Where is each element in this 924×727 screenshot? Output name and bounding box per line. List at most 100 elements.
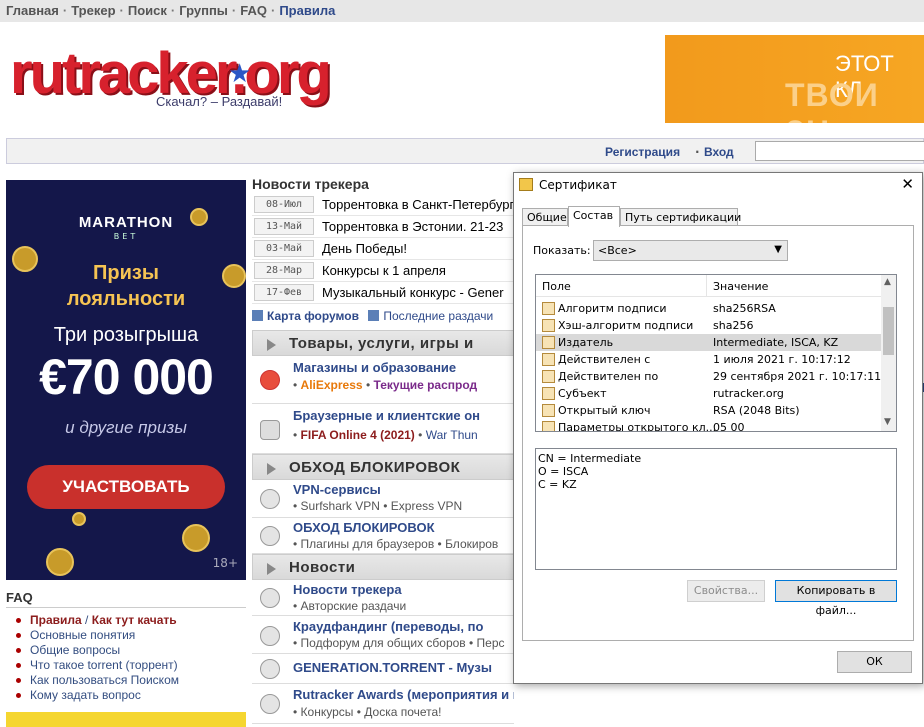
faq-link[interactable]: Как пользоваться Поиском (30, 673, 179, 687)
top-ad-line2: ТВОИ ЗН (785, 77, 879, 123)
subforum-link[interactable]: War Thun (426, 428, 478, 442)
faq-item[interactable]: Кому задать вопрос (16, 688, 246, 703)
nav-faq[interactable]: FAQ (240, 3, 267, 18)
register-link[interactable]: Регистрация (605, 145, 680, 159)
collapse-arrow-icon[interactable] (267, 563, 276, 575)
nav-separator: · (170, 3, 176, 18)
faq-item[interactable]: Общие вопросы (16, 643, 246, 658)
top-banner-ad[interactable]: ЭТОТ КЛ ТВОИ ЗН (665, 35, 924, 123)
site-logo[interactable]: rutracker.org ★ Скачал? – Раздавай! (10, 45, 340, 115)
subforum-link[interactable]: Surfshark VPN • Express VPN (301, 499, 463, 513)
ad-participate-button[interactable]: УЧАСТВОВАТЬ (27, 465, 225, 509)
login-input[interactable] (755, 141, 924, 161)
login-link[interactable]: Вход (704, 145, 734, 159)
faq-link[interactable]: Что такое torrent (торрент) (30, 658, 178, 672)
news-link[interactable]: Музыкальный конкурс - Gener (322, 285, 504, 300)
news-link[interactable]: Торрентовка в Санкт-Петербург (322, 197, 514, 212)
forum-title[interactable]: GENERATION.TORRENT - Музы (293, 660, 492, 675)
field-name: Действителен по (558, 370, 659, 383)
list-row[interactable]: Действителен с 1 июля 2021 г. 10:17:12 (536, 351, 882, 368)
side-banner-ad[interactable]: MARATHON BET Призы лояльности Три розыгры… (6, 180, 246, 580)
faq-item[interactable]: Основные понятия (16, 628, 246, 643)
category-label: ОБХОД БЛОКИРОВОК (289, 459, 461, 476)
faq-link[interactable]: Кому задать вопрос (30, 688, 141, 702)
nav-groups[interactable]: Группы (179, 3, 228, 18)
field-icon (542, 336, 555, 349)
faq-item[interactable]: Как пользоваться Поиском (16, 673, 246, 688)
forum-row: Новости трекера • Авторские раздачи (252, 580, 514, 616)
subforum-link[interactable]: Текущие распрод (373, 378, 477, 392)
list-row[interactable]: Открытый ключ RSA (2048 Bits) (536, 402, 882, 419)
faq-link[interactable]: Общие вопросы (30, 643, 120, 657)
list-row[interactable]: Хэш-алгоритм подписи sha256 (536, 317, 882, 334)
collapse-arrow-icon[interactable] (267, 339, 276, 351)
nav-search[interactable]: Поиск (128, 3, 167, 18)
faq-item[interactable]: Что такое torrent (торрент) (16, 658, 246, 673)
list-row[interactable]: Субъект rutracker.org (536, 385, 882, 402)
faq-link-rules[interactable]: Правила (30, 613, 82, 627)
subforum-link[interactable]: Подфорум для общих сборов • Перс (301, 636, 505, 650)
faq-link[interactable]: Основные понятия (30, 628, 135, 642)
list-row[interactable]: Действителен по 29 сентября 2021 г. 10:17… (536, 368, 882, 385)
forum-title[interactable]: Магазины и образование (293, 360, 456, 375)
news-link[interactable]: Конкурсы к 1 апреля (322, 263, 446, 278)
properties-button[interactable]: Свойства... (687, 580, 765, 602)
scroll-thumb[interactable] (883, 307, 894, 355)
news-link[interactable]: День Победы! (322, 241, 407, 256)
column-field[interactable]: Поле (542, 280, 571, 293)
list-scrollbar[interactable]: ▲ ▼ (881, 275, 896, 431)
forum-title[interactable]: Браузерные и клиентские он (293, 408, 480, 423)
field-detail-box[interactable]: CN = Intermediate O = ISCA C = KZ (535, 448, 897, 570)
collapse-arrow-icon[interactable] (267, 463, 276, 475)
forum-map-link[interactable]: Карта форумов (267, 309, 359, 323)
scroll-down-icon[interactable]: ▼ (884, 417, 891, 427)
news-link[interactable]: Торрентовка в Эстонии. 21-23 (322, 219, 503, 234)
news-row: 28-Мар Конкурсы к 1 апреля (252, 260, 514, 282)
nav-home[interactable]: Главная (6, 3, 59, 18)
bullet: • (293, 378, 298, 392)
forum-category[interactable]: Новости (252, 554, 514, 580)
tracker-news: Новости трекера 08-Июл Торрентовка в Санк… (252, 176, 514, 304)
subforum-link[interactable]: AliExpress (301, 378, 363, 392)
field-icon (542, 404, 555, 417)
list-row-selected[interactable]: Издатель Intermediate, ISCA, KZ (536, 334, 882, 351)
list-row[interactable]: Алгоритм подписи sha256RSA (536, 300, 882, 317)
forum-map-links: Карта форумов Последние раздачи (252, 309, 514, 323)
field-value: 1 июля 2021 г. 10:17:12 (713, 353, 851, 366)
forum-row: Браузерные и клиентские он • FIFA Online… (252, 404, 514, 454)
forum-category[interactable]: Товары, услуги, игры и (252, 330, 514, 356)
subforum-link[interactable]: Конкурсы • Доска почета! (301, 705, 442, 719)
faq-link-how-to-download[interactable]: Как тут качать (92, 613, 177, 627)
show-select[interactable]: <Все> ▼ (593, 240, 788, 261)
nav-rules[interactable]: Правила (279, 3, 335, 18)
close-icon[interactable]: ✕ (901, 175, 914, 193)
forum-category[interactable]: ОБХОД БЛОКИРОВОК (252, 454, 514, 480)
column-divider[interactable] (706, 275, 707, 297)
forum-title[interactable]: Rutracker Awards (мероприятия и конкурсы… (293, 687, 514, 702)
latest-releases-label: Последние раздачи (383, 309, 494, 323)
subforum-link[interactable]: Плагины для браузеров • Блокиров (301, 537, 499, 551)
forum-row: Краудфандинг (переводы, по • Подфорум дл… (252, 616, 514, 654)
forum-status-icon (260, 626, 280, 646)
scroll-up-icon[interactable]: ▲ (884, 277, 891, 287)
tab-details[interactable]: Состав (568, 206, 620, 227)
forum-title[interactable]: Новости трекера (293, 582, 402, 597)
tab-certification-path[interactable]: Путь сертификации (620, 208, 741, 226)
forum-title[interactable]: ОБХОД БЛОКИРОВОК (293, 520, 435, 535)
list-row[interactable]: Параметры открытого кл... 05 00 (536, 419, 882, 431)
latest-releases-link[interactable]: Последние раздачи (368, 309, 493, 323)
forum-status-icon (260, 526, 280, 546)
field-name: Открытый ключ (558, 404, 651, 417)
subforum-link[interactable]: FIFA Online 4 (2021) (301, 428, 415, 442)
column-value[interactable]: Значение (713, 280, 768, 293)
bullet: • (365, 378, 371, 392)
subforum-link[interactable]: Авторские раздачи (301, 599, 407, 613)
fields-list[interactable]: Поле Значение Алгоритм подписи sha256 RSA … (535, 274, 897, 432)
forum-title[interactable]: VPN-сервисы (293, 482, 381, 497)
dialog-titlebar[interactable]: Сертификат ✕ (514, 173, 922, 197)
tab-general[interactable]: Общие (522, 208, 568, 226)
copy-to-file-button[interactable]: Копировать в файл... (775, 580, 897, 617)
forum-title[interactable]: Краудфандинг (переводы, по (293, 619, 483, 634)
nav-tracker[interactable]: Трекер (71, 3, 115, 18)
ok-button[interactable]: ОК (837, 651, 912, 673)
